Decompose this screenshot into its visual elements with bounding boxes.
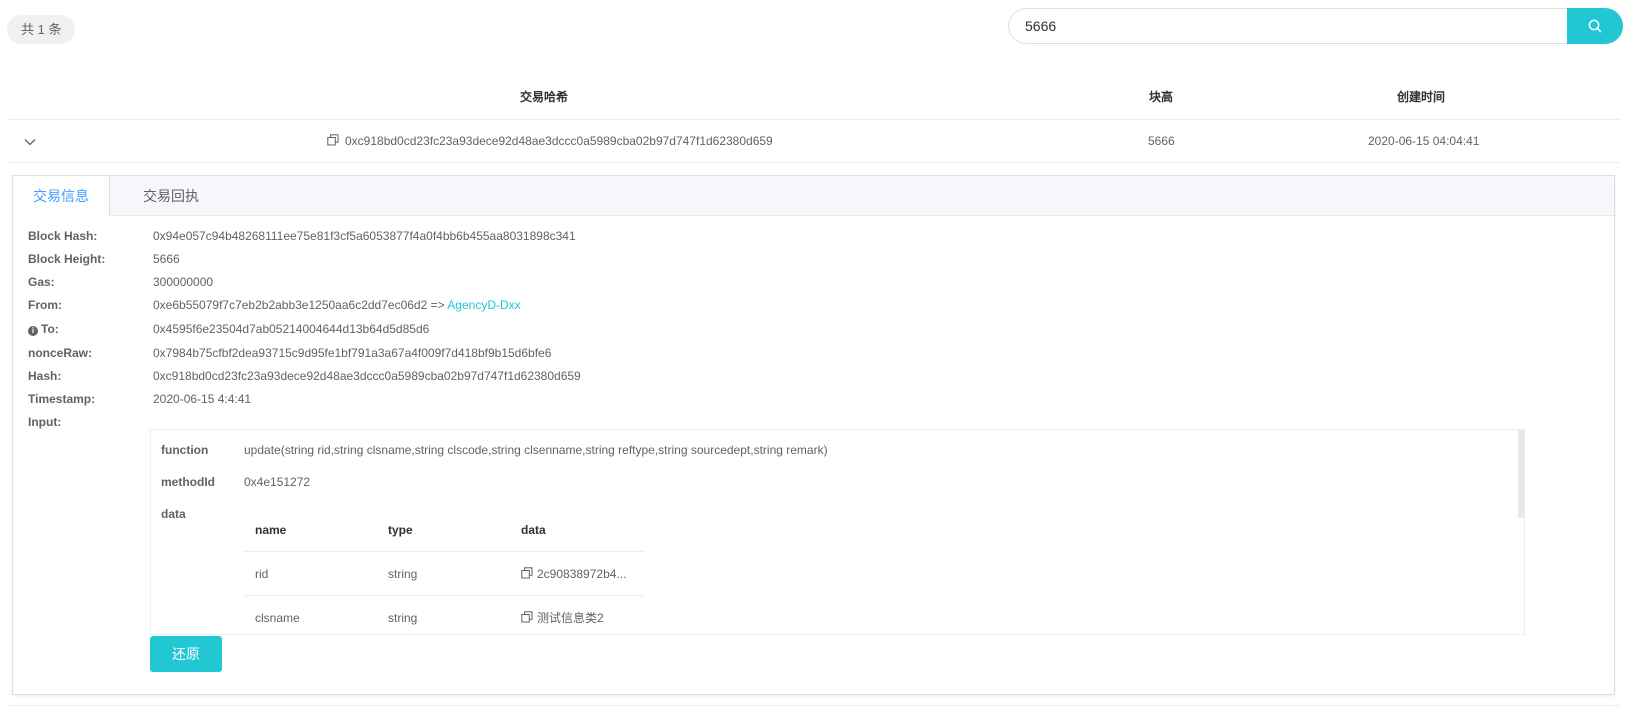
transaction-detail-panel: 交易信息 交易回执 Block Hash: 0x94e057c94b482681…	[12, 175, 1615, 695]
tab-transaction-info[interactable]: 交易信息	[13, 176, 110, 217]
table-header: 交易哈希 块高 创建时间	[7, 80, 1620, 120]
data-row-type: string	[388, 567, 418, 581]
from-label: From:	[28, 298, 62, 312]
block-height-cell: 5666	[1148, 134, 1175, 148]
data-table-row: clsname string 测试信息类2	[243, 596, 645, 634]
input-scrollbar[interactable]	[1518, 430, 1524, 518]
nonce-raw-label: nonceRaw:	[28, 346, 93, 360]
nonce-raw-value: 0x7984b75cfbf2dea93715c9d95fe1bf791a3a67…	[153, 346, 552, 360]
data-row-value: 2c90838972b4...	[521, 552, 626, 596]
total-count-badge: 共 1 条	[7, 15, 76, 44]
tx-hash-value: 0xc918bd0cd23fc23a93dece92d48ae3dccc0a59…	[345, 134, 773, 148]
data-table-header: name type data	[243, 508, 645, 552]
restore-button[interactable]: 还原	[150, 636, 222, 672]
copy-icon[interactable]	[521, 611, 533, 623]
data-row-type: string	[388, 611, 418, 625]
function-label: function	[161, 443, 209, 457]
column-header-tx-hash: 交易哈希	[519, 90, 569, 104]
detail-tab-bar: 交易信息 交易回执	[13, 176, 1614, 217]
timestamp-label: Timestamp:	[28, 392, 96, 406]
copy-icon[interactable]	[327, 134, 339, 146]
from-value: 0xe6b55079f7c7eb2b2abb3e1250aa6c2dd7ec06…	[153, 298, 521, 312]
to-value: 0x4595f6e23504d7ab05214004644d13b64d5d85…	[153, 322, 430, 336]
block-hash-value: 0x94e057c94b48268111ee75e81f3cf5a6053877…	[153, 229, 576, 243]
block-height-value: 5666	[153, 252, 180, 266]
data-col-type-header: type	[388, 523, 413, 537]
data-table-row: rid string 2c90838972b4...	[243, 552, 645, 596]
data-row-value: 测试信息类2	[521, 596, 604, 634]
table-row[interactable]: 0xc918bd0cd23fc23a93dece92d48ae3dccc0a59…	[7, 120, 1620, 163]
chevron-down-icon[interactable]	[22, 134, 38, 150]
search-button[interactable]	[1567, 8, 1623, 44]
search-icon	[1588, 19, 1602, 33]
hash-value: 0xc918bd0cd23fc23a93dece92d48ae3dccc0a59…	[153, 369, 581, 383]
to-label: i To:	[28, 322, 59, 336]
block-height-label: Block Height:	[28, 252, 106, 266]
data-row-name: rid	[255, 567, 269, 581]
gas-value: 300000000	[153, 275, 214, 289]
data-col-data-header: data	[521, 523, 546, 537]
method-id-value: 0x4e151272	[244, 475, 311, 489]
method-id-label: methodId	[161, 475, 215, 489]
tab-transaction-receipt[interactable]: 交易回执	[123, 176, 219, 216]
column-header-block-height: 块高	[1148, 90, 1174, 104]
data-row-name: clsname	[255, 611, 300, 625]
from-address: 0xe6b55079f7c7eb2b2abb3e1250aa6c2dd7ec06…	[153, 298, 445, 312]
function-value: update(string rid,string clsname,string …	[244, 443, 828, 457]
input-data-table: name type data rid string 2c90838972b4..…	[243, 508, 645, 634]
input-decode-box[interactable]: function update(string rid,string clsnam…	[150, 429, 1525, 635]
input-label: Input:	[28, 415, 62, 429]
hash-label: Hash:	[28, 369, 62, 383]
from-agency-link[interactable]: AgencyD-Dxx	[447, 298, 520, 312]
search-input[interactable]	[1008, 8, 1567, 44]
timestamp-value: 2020-06-15 4:4:41	[153, 392, 252, 406]
table-bottom-divider	[7, 705, 1620, 706]
search-bar	[1008, 8, 1623, 44]
gas-label: Gas:	[28, 275, 55, 289]
column-header-created-time: 创建时间	[1396, 90, 1446, 104]
tx-hash-cell: 0xc918bd0cd23fc23a93dece92d48ae3dccc0a59…	[327, 120, 773, 162]
block-hash-label: Block Hash:	[28, 229, 98, 243]
info-circle-icon: i	[28, 326, 38, 336]
created-time-cell: 2020-06-15 04:04:41	[1368, 134, 1480, 148]
data-col-name-header: name	[255, 523, 287, 537]
copy-icon[interactable]	[521, 567, 533, 579]
data-label: data	[161, 507, 186, 521]
